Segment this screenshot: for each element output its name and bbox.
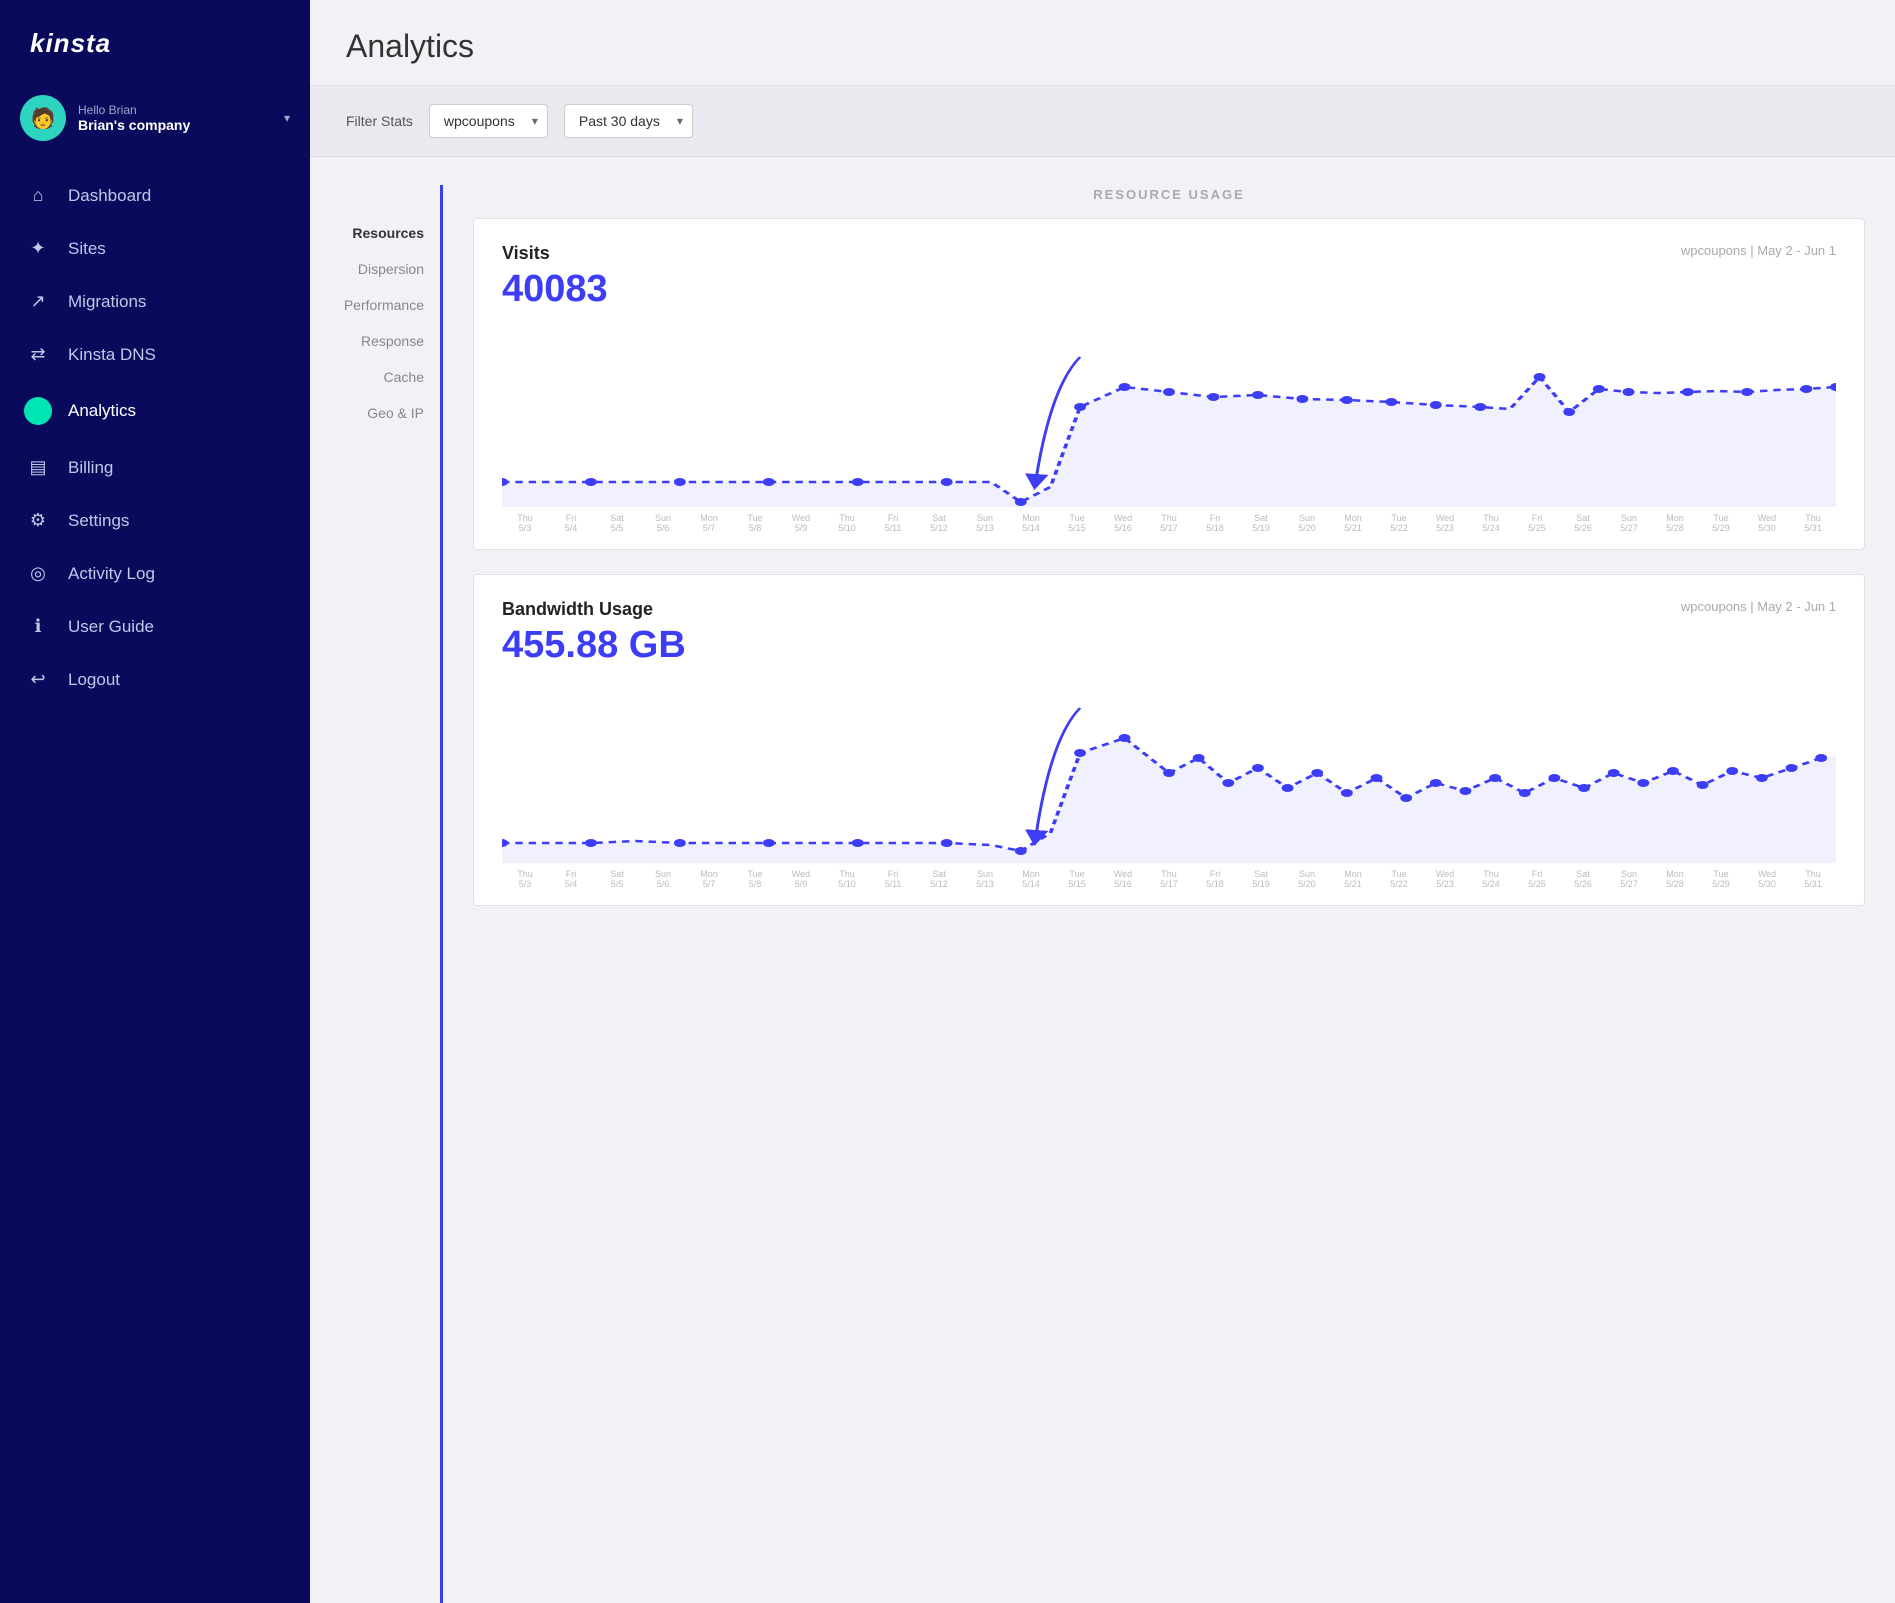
sidebar-item-label: Activity Log: [68, 564, 155, 584]
user-menu[interactable]: 🧑 Hello Brian Brian's company ▾: [0, 83, 310, 161]
logout-icon: ↩: [24, 669, 52, 690]
bandwidth-meta: wpcoupons | May 2 - Jun 1: [1681, 599, 1836, 614]
sidebar-item-label: Sites: [68, 239, 106, 259]
gear-icon: ⚙: [24, 510, 52, 531]
visits-chart: .chart-line { fill: none; stroke: #3d3df…: [502, 327, 1836, 507]
visits-x-labels: Thu5/3 Fri5/4 Sat5/5 Sun5/6 Mon5/7 Tue5/…: [502, 507, 1836, 533]
sidebar-item-label: Logout: [68, 670, 120, 690]
visits-card-header: Visits wpcoupons | May 2 - Jun 1: [502, 243, 1836, 264]
sidebar-item-billing[interactable]: ▤ Billing: [0, 441, 310, 494]
sub-nav-response[interactable]: Response: [310, 323, 440, 359]
sidebar-item-sites[interactable]: ✦ Sites: [0, 222, 310, 275]
avatar: 🧑: [20, 95, 66, 141]
sub-nav-cache[interactable]: Cache: [310, 359, 440, 395]
sidebar-item-kinsta-dns[interactable]: ⇄ Kinsta DNS: [0, 328, 310, 381]
sub-nav-performance[interactable]: Performance: [310, 287, 440, 323]
sidebar-item-label: Kinsta DNS: [68, 345, 156, 365]
charts-area: RESOURCE USAGE Visits wpcoupons | May 2 …: [443, 157, 1895, 1603]
sidebar-item-activity-log[interactable]: ◎ Activity Log: [0, 547, 310, 600]
sidebar-item-settings[interactable]: ⚙ Settings: [0, 494, 310, 547]
sub-nav-dispersion[interactable]: Dispersion: [310, 251, 440, 287]
user-company: Brian's company: [78, 117, 272, 133]
filter-bar: Filter Stats wpcoupons Past 30 days Past…: [310, 86, 1895, 157]
sub-nav-resources[interactable]: Resources: [310, 215, 440, 251]
sidebar-item-logout[interactable]: ↩ Logout: [0, 653, 310, 706]
bandwidth-chart-card: Bandwidth Usage wpcoupons | May 2 - Jun …: [473, 574, 1865, 906]
logo: kinsta: [0, 0, 310, 83]
sidebar-item-label: User Guide: [68, 617, 154, 637]
page-title: Analytics: [346, 28, 1859, 65]
date-select[interactable]: Past 30 days Past 7 days Past 60 days: [564, 104, 693, 138]
dns-icon: ⇄: [24, 344, 52, 365]
migrations-icon: ↗: [24, 291, 52, 312]
guide-icon: ℹ: [24, 616, 52, 637]
section-title: RESOURCE USAGE: [473, 177, 1865, 218]
sidebar-item-migrations[interactable]: ↗ Migrations: [0, 275, 310, 328]
filter-label: Filter Stats: [346, 113, 413, 129]
visits-label: Visits: [502, 243, 550, 264]
bandwidth-label: Bandwidth Usage: [502, 599, 653, 620]
analytics-icon: ◉: [24, 397, 52, 425]
sidebar-item-user-guide[interactable]: ℹ User Guide: [0, 600, 310, 653]
visits-meta: wpcoupons | May 2 - Jun 1: [1681, 243, 1836, 258]
sidebar-item-label: Billing: [68, 458, 113, 478]
billing-icon: ▤: [24, 457, 52, 478]
activity-icon: ◎: [24, 563, 52, 584]
sub-nav-section: Resources Dispersion Performance Respons…: [310, 157, 443, 1603]
home-icon: ⌂: [24, 185, 52, 206]
user-hello: Hello Brian: [78, 103, 272, 117]
bandwidth-chart: [502, 683, 1836, 863]
date-select-wrapper[interactable]: Past 30 days Past 7 days Past 60 days: [564, 104, 693, 138]
sidebar-item-analytics[interactable]: ◉ Analytics: [0, 381, 310, 441]
sites-icon: ✦: [24, 238, 52, 259]
main-content: Analytics Filter Stats wpcoupons Past 30…: [310, 0, 1895, 1603]
content-area: Resources Dispersion Performance Respons…: [310, 157, 1895, 1603]
sub-nav-geo-ip[interactable]: Geo & IP: [310, 395, 440, 431]
sidebar-item-dashboard[interactable]: ⌂ Dashboard: [0, 169, 310, 222]
bandwidth-x-labels: Thu5/3 Fri5/4 Sat5/5 Sun5/6 Mon5/7 Tue5/…: [502, 863, 1836, 889]
sidebar-item-label: Analytics: [68, 401, 136, 421]
bandwidth-value: 455.88 GB: [502, 624, 1836, 667]
site-select-wrapper[interactable]: wpcoupons: [429, 104, 548, 138]
visits-chart-card: Visits wpcoupons | May 2 - Jun 1 40083 .…: [473, 218, 1865, 550]
sidebar-item-label: Dashboard: [68, 186, 151, 206]
bandwidth-card-header: Bandwidth Usage wpcoupons | May 2 - Jun …: [502, 599, 1836, 620]
sidebar-item-label: Migrations: [68, 292, 146, 312]
nav: ⌂ Dashboard ✦ Sites ↗ Migrations ⇄ Kinst…: [0, 169, 310, 706]
site-select[interactable]: wpcoupons: [429, 104, 548, 138]
visits-value: 40083: [502, 268, 1836, 311]
sub-nav: Resources Dispersion Performance Respons…: [310, 185, 440, 1603]
sidebar: kinsta 🧑 Hello Brian Brian's company ▾ ⌂…: [0, 0, 310, 1603]
user-info: Hello Brian Brian's company: [78, 103, 272, 133]
page-header: Analytics: [310, 0, 1895, 86]
chevron-down-icon: ▾: [284, 111, 290, 125]
sidebar-item-label: Settings: [68, 511, 129, 531]
